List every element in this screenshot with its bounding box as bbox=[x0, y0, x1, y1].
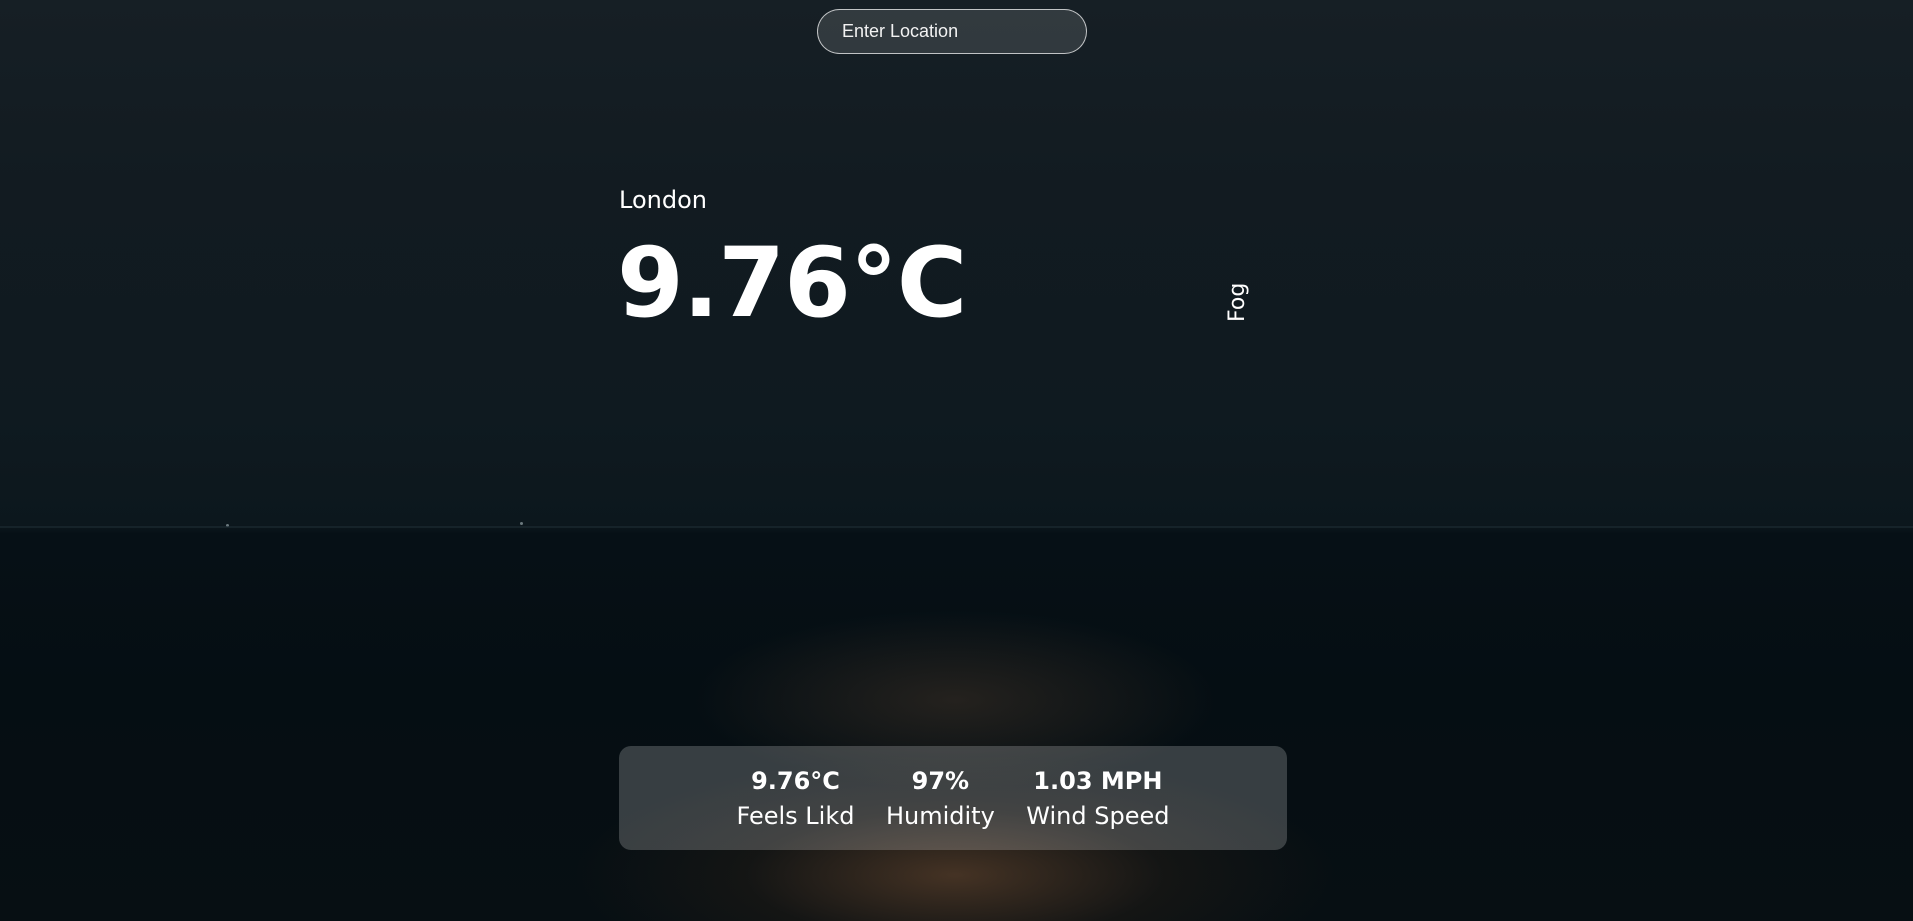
feels-like-value: 9.76°C bbox=[751, 767, 840, 795]
humidity-value: 97% bbox=[911, 767, 970, 795]
feels-like-label: Feels Likd bbox=[736, 802, 855, 830]
humidity-stat: 97% Humidity bbox=[886, 763, 995, 833]
horizon-light bbox=[520, 522, 523, 525]
weather-stats-panel: 9.76°C Feels Likd 97% Humidity 1.03 MPH … bbox=[619, 746, 1287, 850]
horizon-light bbox=[226, 524, 229, 527]
current-temperature: 9.76°C bbox=[617, 227, 967, 339]
wind-speed-stat: 1.03 MPH Wind Speed bbox=[1026, 763, 1169, 833]
weather-description: Fog bbox=[1225, 282, 1250, 322]
feels-like-stat: 9.76°C Feels Likd bbox=[736, 763, 854, 833]
humidity-label: Humidity bbox=[885, 802, 995, 830]
wind-speed-label: Wind Speed bbox=[1026, 802, 1170, 830]
wind-speed-value: 1.03 MPH bbox=[1033, 767, 1163, 795]
location-name: London bbox=[619, 186, 707, 214]
location-search-input[interactable] bbox=[817, 9, 1087, 54]
